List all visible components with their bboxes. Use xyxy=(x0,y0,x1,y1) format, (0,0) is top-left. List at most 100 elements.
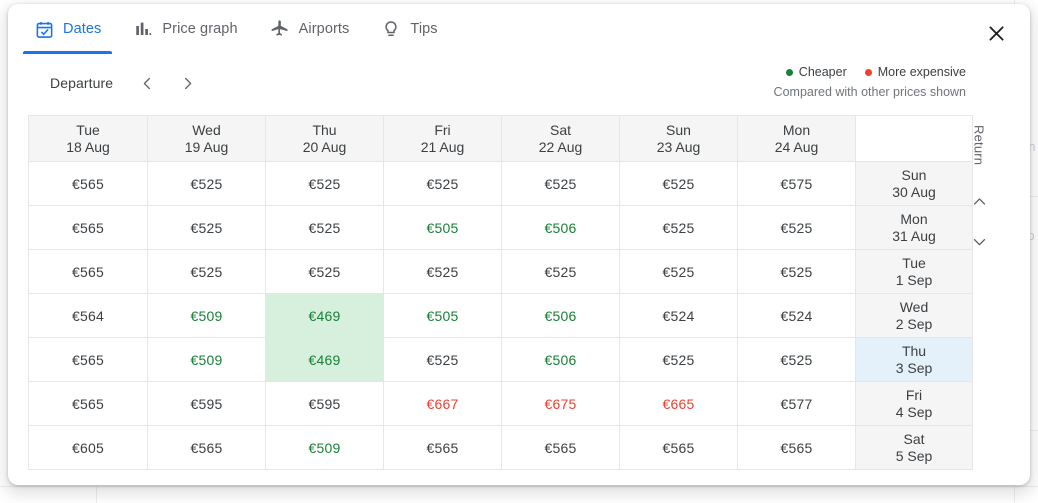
fare-cell[interactable]: €525 xyxy=(737,337,856,382)
fare-cell[interactable]: €506 xyxy=(501,293,620,338)
fare-cell[interactable]: €509 xyxy=(265,425,384,470)
grid-controls: Departure Cheaper More expensive Compare… xyxy=(8,59,1030,107)
fare-cell[interactable]: €524 xyxy=(619,293,738,338)
dialog-tabbar: Dates Price graph Airports Tips xyxy=(8,4,1030,59)
fare-cell[interactable]: €565 xyxy=(28,381,148,426)
fare-cell[interactable]: €564 xyxy=(28,293,148,338)
fare-cell[interactable]: €565 xyxy=(28,337,148,382)
column-header[interactable]: Sun 23 Aug xyxy=(619,115,738,162)
tab-price-graph-label: Price graph xyxy=(162,21,238,37)
fare-cell[interactable]: €469 xyxy=(265,337,384,382)
tab-dates[interactable]: Dates xyxy=(18,4,117,54)
price-legend: Cheaper More expensive Compared with oth… xyxy=(774,63,966,99)
fare-cell[interactable]: €565 xyxy=(501,425,620,470)
column-header[interactable]: Sat 22 Aug xyxy=(501,115,620,162)
row-weekday: Tue xyxy=(902,254,926,271)
fare-cell[interactable]: €595 xyxy=(265,381,384,426)
column-header[interactable]: Thu 20 Aug xyxy=(265,115,384,162)
column-header[interactable]: Wed 19 Aug xyxy=(147,115,266,162)
fare-cell[interactable]: €525 xyxy=(265,205,384,250)
column-date: 24 Aug xyxy=(774,138,819,155)
fare-cell[interactable]: €525 xyxy=(737,205,856,250)
expensive-dot-icon xyxy=(864,68,872,76)
row-weekday: Mon xyxy=(900,210,928,227)
fare-cell[interactable]: €506 xyxy=(501,205,620,250)
legend-note: Compared with other prices shown xyxy=(773,85,966,99)
next-dates-button[interactable] xyxy=(171,67,203,99)
fare-cell[interactable]: €525 xyxy=(619,337,738,382)
row-header[interactable]: Thu 3 Sep xyxy=(855,337,973,382)
fare-cell[interactable]: €525 xyxy=(383,249,502,294)
column-header[interactable]: Tue 18 Aug xyxy=(28,115,148,162)
fare-cell[interactable]: €505 xyxy=(383,205,502,250)
grid-header-row: Tue 18 Aug Wed 19 Aug Thu 20 Aug Fri 21 … xyxy=(28,115,973,162)
fare-cell[interactable]: €565 xyxy=(28,161,148,206)
row-header[interactable]: Mon 31 Aug xyxy=(855,205,973,250)
fare-cell[interactable]: €605 xyxy=(28,425,148,470)
fare-cell[interactable]: €525 xyxy=(619,249,738,294)
row-header[interactable]: Sun 30 Aug xyxy=(855,161,973,206)
tab-airports-label: Airports xyxy=(298,21,350,37)
fare-cell[interactable]: €524 xyxy=(737,293,856,338)
table-row: €565 €595 €595 €667 €675 €665 €577 Fri 4 Sep xyxy=(28,381,973,426)
column-header[interactable]: Mon 24 Aug xyxy=(737,115,856,162)
row-header[interactable]: Wed 2 Sep xyxy=(855,293,973,338)
fare-cell[interactable]: €525 xyxy=(383,337,502,382)
column-weekday: Thu xyxy=(312,121,337,138)
tab-price-graph[interactable]: Price graph xyxy=(117,4,253,54)
background-rule-3 xyxy=(0,486,1038,487)
fare-cell[interactable]: €525 xyxy=(619,205,738,250)
fare-cell[interactable]: €525 xyxy=(265,161,384,206)
fare-cell[interactable]: €667 xyxy=(383,381,502,426)
close-icon[interactable] xyxy=(976,13,1016,53)
fare-cell[interactable]: €525 xyxy=(265,249,384,294)
column-header[interactable]: Fri 21 Aug xyxy=(383,115,502,162)
fare-grid-wrapper: Tue 18 Aug Wed 19 Aug Thu 20 Aug Fri 21 … xyxy=(28,115,987,470)
background-divider-2 xyxy=(96,486,97,503)
previous-return-button[interactable] xyxy=(964,186,994,216)
table-row: €605 €565 €509 €565 €565 €565 €565 Sat 5 Sep xyxy=(28,425,973,470)
row-weekday: Fri xyxy=(905,386,923,403)
row-header[interactable]: Tue 1 Sep xyxy=(855,249,973,294)
fare-cell[interactable]: €525 xyxy=(147,249,266,294)
fare-cell[interactable]: €565 xyxy=(383,425,502,470)
fare-cell[interactable]: €525 xyxy=(501,161,620,206)
fare-cell[interactable]: €505 xyxy=(383,293,502,338)
fare-cell[interactable]: €577 xyxy=(737,381,856,426)
row-weekday: Wed xyxy=(899,298,929,315)
fare-cell[interactable]: €565 xyxy=(619,425,738,470)
grid-body: €565 €525 €525 €525 €525 €525 €575 Sun 30 Aug €56… xyxy=(28,161,973,470)
fare-cell[interactable]: €565 xyxy=(28,249,148,294)
fare-cell[interactable]: €565 xyxy=(28,205,148,250)
grid-corner-cell xyxy=(855,115,973,162)
return-rail: Return xyxy=(956,115,1002,261)
fare-cell[interactable]: €506 xyxy=(501,337,620,382)
row-header[interactable]: Fri 4 Sep xyxy=(855,381,973,426)
fare-cell[interactable]: €565 xyxy=(737,425,856,470)
next-return-button[interactable] xyxy=(964,226,994,256)
fare-cell[interactable]: €525 xyxy=(147,205,266,250)
row-date: 3 Sep xyxy=(895,359,933,376)
row-header[interactable]: Sat 5 Sep xyxy=(855,425,973,470)
fare-cell[interactable]: €675 xyxy=(501,381,620,426)
tab-tips[interactable]: Tips xyxy=(365,4,453,54)
fare-cell[interactable]: €509 xyxy=(147,293,266,338)
row-weekday: Sat xyxy=(903,430,925,447)
fare-cell[interactable]: €665 xyxy=(619,381,738,426)
fare-cell[interactable]: €525 xyxy=(147,161,266,206)
fare-cell[interactable]: €565 xyxy=(147,425,266,470)
fare-cell[interactable]: €525 xyxy=(501,249,620,294)
fare-cell[interactable]: €469 xyxy=(265,293,384,338)
fare-cell[interactable]: €525 xyxy=(383,161,502,206)
previous-dates-button[interactable] xyxy=(131,67,163,99)
column-weekday: Tue xyxy=(76,121,100,138)
fare-cell[interactable]: €595 xyxy=(147,381,266,426)
fare-cell[interactable]: €509 xyxy=(147,337,266,382)
column-date: 23 Aug xyxy=(656,138,701,155)
fare-cell[interactable]: €575 xyxy=(737,161,856,206)
departure-label: Departure xyxy=(50,75,114,91)
fare-cell[interactable]: €525 xyxy=(737,249,856,294)
fare-cell[interactable]: €525 xyxy=(619,161,738,206)
row-date: 4 Sep xyxy=(895,403,933,420)
tab-airports[interactable]: Airports xyxy=(254,4,366,54)
